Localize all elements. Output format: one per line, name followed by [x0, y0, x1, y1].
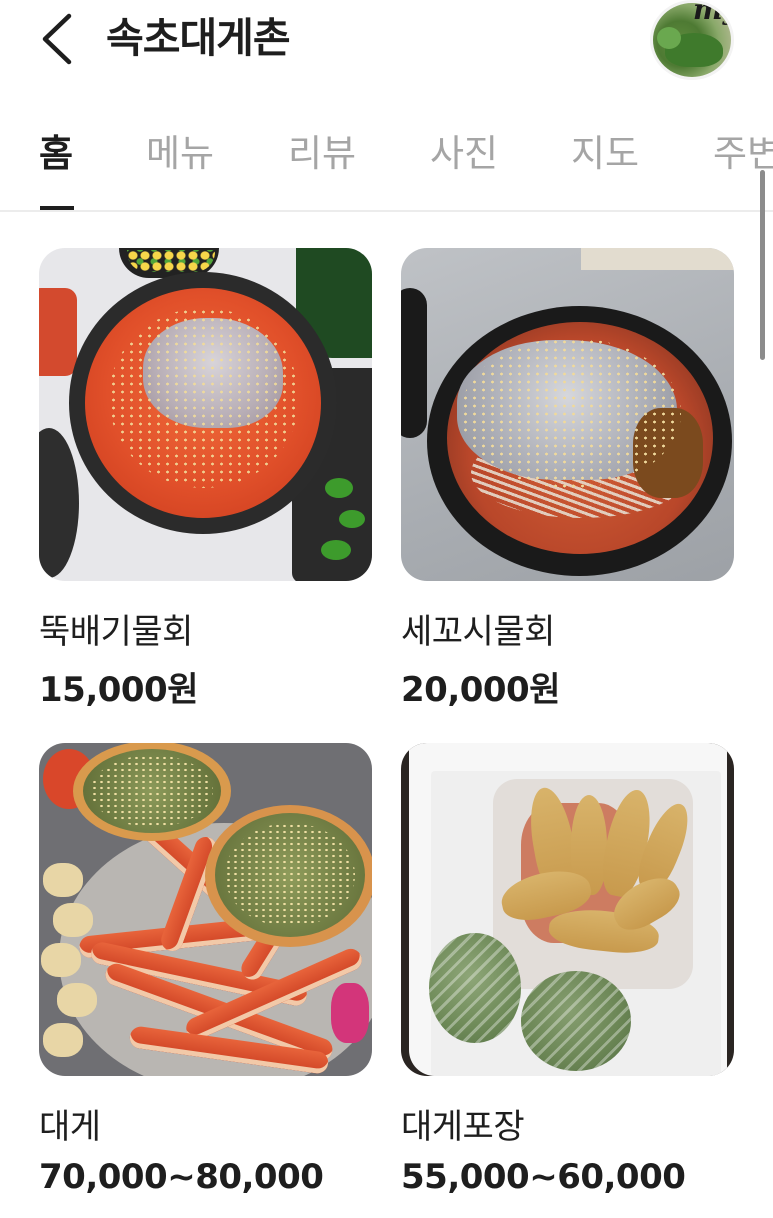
menu-name: 뚝배기물회	[39, 612, 193, 652]
menu-price: 55,000~60,000	[401, 1157, 686, 1197]
menu-card[interactable]: 뚝배기물회 15,000원	[39, 248, 372, 710]
app-header: 속초대게촌 my	[0, 0, 773, 92]
menu-name: 대게	[39, 1107, 101, 1147]
turtle-head-image	[657, 27, 681, 49]
menu-name: 세꼬시물회	[401, 612, 555, 652]
avatar-text: my	[693, 0, 731, 26]
menu-card[interactable]: 대게 70,000~80,000	[39, 743, 372, 1197]
menu-card[interactable]: 세꼬시물회 20,000원	[401, 248, 734, 710]
menu-photo[interactable]	[401, 248, 734, 581]
menu-photo[interactable]	[39, 248, 372, 581]
scrollbar[interactable]	[760, 170, 765, 360]
chevron-left-icon	[42, 13, 72, 65]
tab-menu[interactable]: 메뉴	[146, 130, 214, 178]
menu-photo[interactable]	[401, 743, 734, 1076]
tab-home[interactable]: 홈	[39, 130, 73, 178]
tab-reviews[interactable]: 리뷰	[288, 130, 356, 178]
back-button[interactable]	[30, 10, 82, 68]
menu-price: 20,000원	[401, 670, 560, 710]
page-title: 속초대게촌	[106, 14, 291, 62]
menu-price: 70,000~80,000	[39, 1157, 324, 1197]
menu-photo[interactable]	[39, 743, 372, 1076]
menu-price: 15,000원	[39, 670, 198, 710]
menu-card[interactable]: 대게포장 55,000~60,000	[401, 743, 734, 1197]
tab-bar: 홈 메뉴 리뷰 사진 지도 주변	[0, 120, 773, 212]
menu-name: 대게포장	[401, 1107, 525, 1147]
tab-map[interactable]: 지도	[571, 130, 639, 178]
active-tab-indicator	[40, 206, 74, 210]
avatar[interactable]: my	[650, 0, 734, 80]
tab-photos[interactable]: 사진	[430, 130, 498, 178]
